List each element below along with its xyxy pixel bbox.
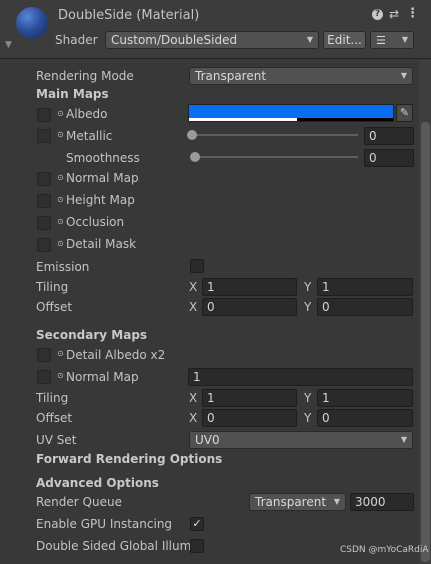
foldout-icon[interactable]: ▼ bbox=[5, 40, 12, 50]
normal-map-texture-slot[interactable] bbox=[37, 172, 51, 186]
checkmark-icon: ✓ bbox=[192, 517, 202, 530]
albedo-texture-slot[interactable] bbox=[37, 108, 51, 122]
offset-y-field[interactable]: 0 bbox=[317, 298, 413, 316]
height-map-texture-slot[interactable] bbox=[37, 194, 51, 208]
shader-dropdown[interactable]: Custom/DoubleSided ▼ bbox=[105, 31, 319, 49]
secondary-normal-scale-field[interactable]: 1 bbox=[188, 368, 413, 386]
secondary-tiling-y-label: Y bbox=[304, 391, 312, 405]
rendering-mode-label: Rendering Mode bbox=[36, 69, 134, 83]
uv-set-label: UV Set bbox=[36, 433, 77, 447]
advanced-options-heading: Advanced Options bbox=[36, 476, 159, 490]
offset-label: Offset bbox=[36, 300, 73, 314]
metallic-texture-slot[interactable] bbox=[37, 129, 51, 143]
texture-picker-icon[interactable]: ⊙ bbox=[57, 130, 64, 139]
occlusion-texture-slot[interactable] bbox=[37, 216, 51, 230]
rendering-mode-dropdown[interactable]: Transparent ▼ bbox=[189, 67, 413, 85]
secondary-tiling-x-label: X bbox=[189, 391, 198, 405]
texture-picker-icon[interactable]: ⊙ bbox=[57, 371, 64, 380]
render-queue-dropdown[interactable]: Transparent ▼ bbox=[249, 493, 346, 511]
normal-map-label: Normal Map bbox=[66, 171, 139, 185]
shader-list-button[interactable]: ☰ ▼ bbox=[370, 31, 414, 49]
material-preview-sphere bbox=[16, 7, 48, 39]
texture-picker-icon[interactable]: ⊙ bbox=[57, 217, 64, 226]
rendering-mode-value: Transparent bbox=[195, 69, 267, 83]
tiling-x-label: X bbox=[189, 280, 198, 294]
texture-picker-icon[interactable]: ⊙ bbox=[57, 349, 64, 358]
metallic-label: Metallic bbox=[66, 129, 113, 143]
emission-label: Emission bbox=[36, 260, 90, 274]
detail-mask-label: Detail Mask bbox=[66, 237, 137, 251]
secondary-offset-y-label: Y bbox=[304, 411, 312, 425]
chevron-down-icon: ▼ bbox=[306, 35, 313, 44]
secondary-tiling-x-field[interactable]: 1 bbox=[202, 389, 297, 407]
watermark: CSDN @mYoCaRdiA bbox=[340, 545, 429, 555]
scrollbar-thumb[interactable] bbox=[421, 122, 430, 562]
texture-picker-icon[interactable]: ⊙ bbox=[57, 173, 64, 182]
chevron-down-icon: ▼ bbox=[400, 435, 407, 444]
texture-picker-icon[interactable]: ⊙ bbox=[57, 239, 64, 248]
uv-set-value: UV0 bbox=[195, 433, 220, 447]
detail-albedo-texture-slot[interactable] bbox=[37, 348, 51, 362]
metallic-slider-track[interactable] bbox=[192, 134, 358, 136]
tiling-y-field[interactable]: 1 bbox=[317, 278, 413, 296]
texture-picker-icon[interactable]: ⊙ bbox=[57, 195, 64, 204]
render-queue-value-field[interactable]: 3000 bbox=[350, 493, 414, 511]
detail-albedo-label: Detail Albedo x2 bbox=[66, 348, 166, 362]
edit-shader-button[interactable]: Edit... bbox=[323, 31, 366, 49]
shader-value: Custom/DoubleSided bbox=[111, 33, 238, 47]
tiling-y-label: Y bbox=[304, 280, 312, 294]
offset-x-label: X bbox=[189, 300, 198, 314]
list-icon: ☰ bbox=[376, 34, 386, 47]
gpu-instancing-checkbox[interactable]: ✓ bbox=[190, 517, 204, 531]
more-icon[interactable]: ⋮ bbox=[406, 6, 419, 21]
forward-rendering-heading: Forward Rendering Options bbox=[36, 452, 223, 466]
occlusion-label: Occlusion bbox=[66, 215, 125, 229]
tiling-label: Tiling bbox=[36, 280, 69, 294]
metallic-slider-knob[interactable] bbox=[187, 130, 197, 140]
chevron-down-icon: ▼ bbox=[333, 497, 340, 506]
albedo-color-field[interactable] bbox=[188, 104, 394, 122]
eyedropper-icon[interactable]: ✎ bbox=[396, 104, 413, 122]
double-sided-gi-checkbox[interactable] bbox=[190, 539, 204, 553]
preset-icon[interactable]: ⇄ bbox=[389, 7, 399, 21]
offset-y-label: Y bbox=[304, 300, 312, 314]
shader-label: Shader bbox=[55, 33, 98, 47]
offset-x-field[interactable]: 0 bbox=[202, 298, 297, 316]
gpu-instancing-label: Enable GPU Instancing bbox=[36, 517, 173, 531]
tiling-x-field[interactable]: 1 bbox=[202, 278, 297, 296]
secondary-normal-map-label: Normal Map bbox=[66, 370, 139, 384]
help-icon[interactable]: ? bbox=[372, 9, 383, 20]
uv-set-dropdown[interactable]: UV0 ▼ bbox=[189, 431, 413, 449]
smoothness-value-field[interactable]: 0 bbox=[364, 149, 414, 167]
render-queue-label: Render Queue bbox=[36, 495, 122, 509]
secondary-tiling-y-field[interactable]: 1 bbox=[317, 389, 413, 407]
albedo-alpha-bar bbox=[189, 118, 297, 121]
detail-mask-texture-slot[interactable] bbox=[37, 238, 51, 252]
material-title: DoubleSide (Material) bbox=[58, 8, 200, 23]
smoothness-slider-track[interactable] bbox=[195, 156, 358, 158]
smoothness-slider-knob[interactable] bbox=[190, 152, 200, 162]
height-map-label: Height Map bbox=[66, 193, 135, 207]
secondary-offset-y-field[interactable]: 0 bbox=[317, 409, 413, 427]
secondary-offset-label: Offset bbox=[36, 411, 73, 425]
double-sided-gi-label: Double Sided Global Illumin bbox=[36, 539, 203, 553]
secondary-maps-heading: Secondary Maps bbox=[36, 328, 148, 342]
render-queue-mode: Transparent bbox=[255, 495, 327, 509]
chevron-down-icon: ▼ bbox=[401, 35, 408, 44]
secondary-tiling-label: Tiling bbox=[36, 391, 69, 405]
metallic-value-field[interactable]: 0 bbox=[364, 127, 414, 145]
main-maps-heading: Main Maps bbox=[36, 87, 109, 101]
secondary-offset-x-label: X bbox=[189, 411, 198, 425]
secondary-offset-x-field[interactable]: 0 bbox=[202, 409, 297, 427]
material-header: ▼ DoubleSide (Material) Shader Custom/Do… bbox=[0, 0, 431, 59]
emission-checkbox[interactable] bbox=[190, 259, 204, 273]
chevron-down-icon: ▼ bbox=[400, 71, 407, 80]
albedo-alpha-remainder bbox=[297, 118, 393, 121]
texture-picker-icon[interactable]: ⊙ bbox=[57, 109, 64, 118]
smoothness-label: Smoothness bbox=[66, 151, 140, 165]
albedo-label: Albedo bbox=[66, 107, 108, 121]
secondary-normal-map-texture-slot[interactable] bbox=[37, 370, 51, 384]
